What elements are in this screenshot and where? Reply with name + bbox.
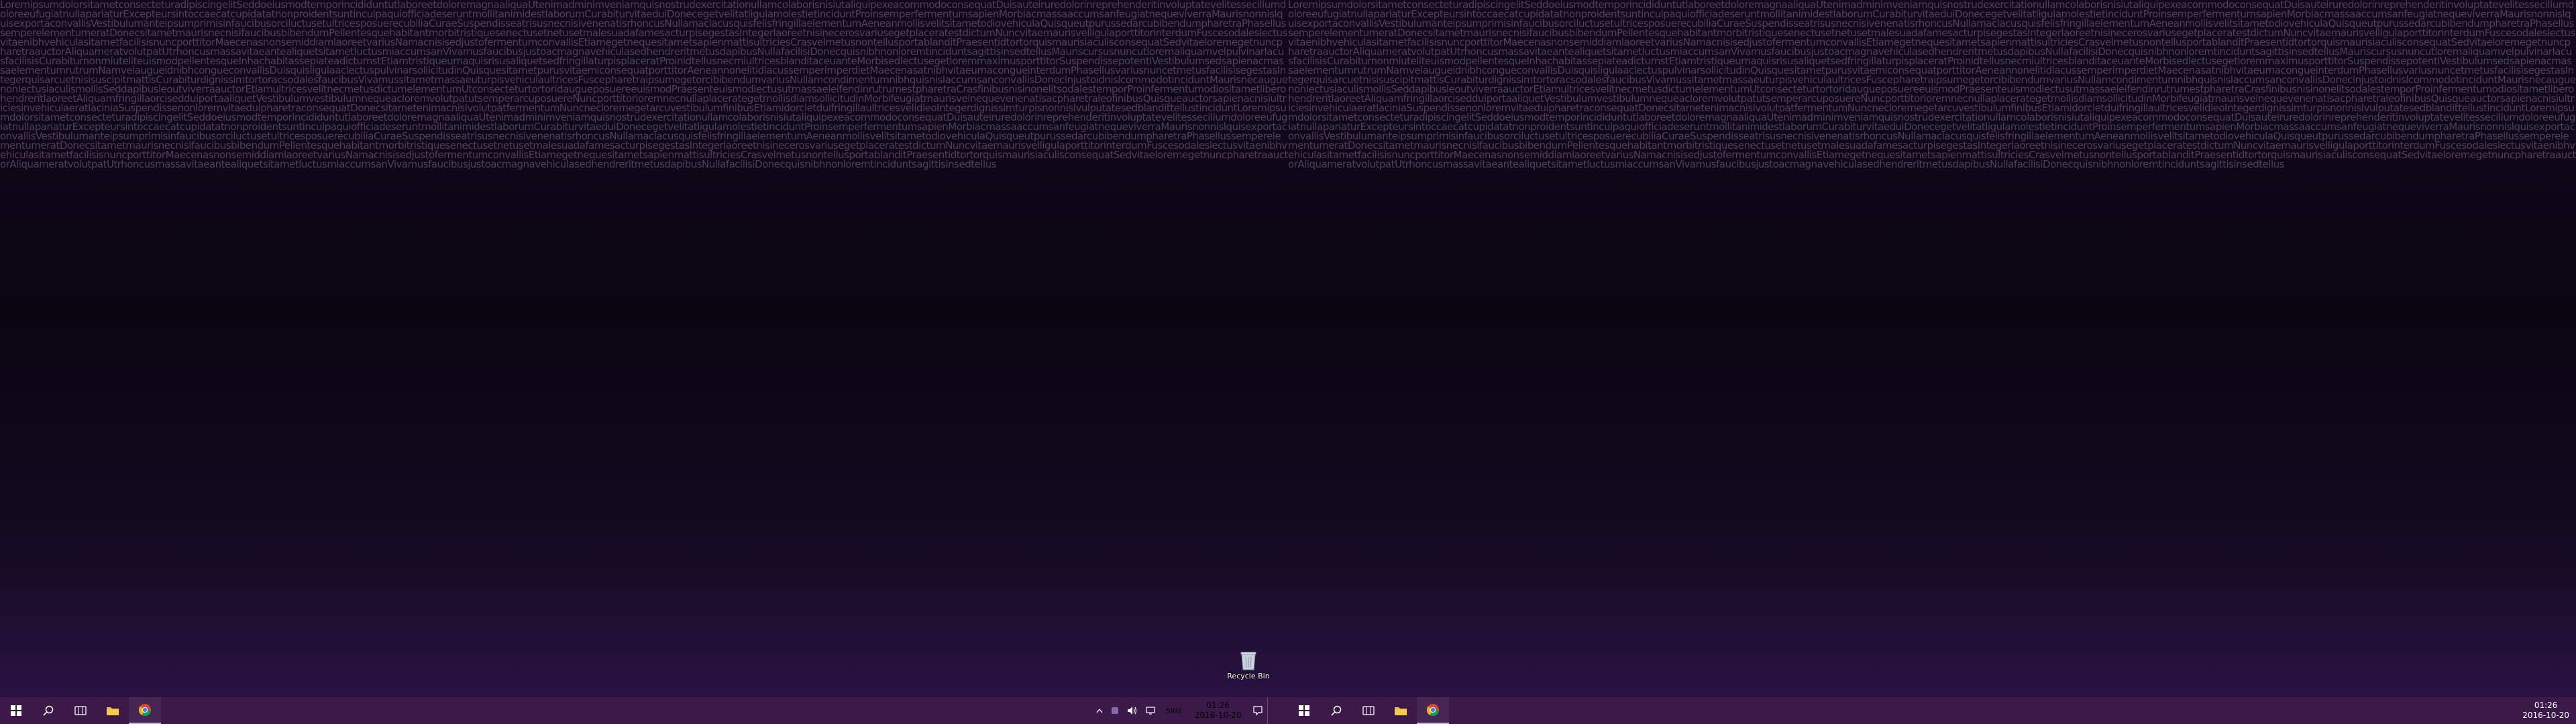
clock[interactable]: 01:26 2016-10-20 [1188,697,1248,724]
monitor-right: Loremipsumdolorsitametconsecteturadipisc… [1288,0,2576,724]
folder-icon [1395,707,1407,715]
clock[interactable]: 01:26 2016-10-20 [2516,697,2576,724]
app-tray-icon [1112,707,1118,714]
chrome-icon [1427,704,1439,717]
wallpaper-text-pattern: Loremipsumdolorsitametconsecteturadipisc… [0,0,1288,170]
start-button[interactable] [1288,697,1320,724]
search-button[interactable] [32,697,64,724]
recycle-bin-icon [1240,652,1256,670]
show-hidden-icons-button[interactable] [1092,697,1107,724]
task-view-icon [74,706,87,715]
clock-date: 2016-10-20 [1194,711,1242,720]
dual-monitor-desktop: Loremipsumdolorsitametconsecteturadipisc… [0,0,2576,724]
language-indicator[interactable]: SWE [1161,697,1188,724]
clock-time: 01:26 [1206,701,1230,710]
task-view-icon [1362,706,1375,715]
system-tray: 01:26 2016-10-20 [2516,697,2576,724]
network-icon [1146,707,1155,715]
search-button[interactable] [1320,697,1352,724]
taskbar: 01:26 2016-10-20 [1288,697,2576,724]
search-icon [43,705,54,716]
file-explorer-button[interactable] [97,697,129,724]
windows-logo-icon [11,705,21,716]
chrome-button[interactable] [129,697,161,724]
task-view-button[interactable] [1352,697,1385,724]
chevron-up-icon [1096,708,1103,713]
desktop-wallpaper[interactable]: Loremipsumdolorsitametconsecteturadipisc… [1288,0,2576,697]
file-explorer-button[interactable] [1385,697,1417,724]
wallpaper-text-pattern: Loremipsumdolorsitametconsecteturadipisc… [1288,0,2576,170]
recycle-bin[interactable]: Recycle Bin [1225,650,1272,680]
chrome-button[interactable] [1417,697,1449,724]
speaker-icon [1128,707,1137,715]
action-center-button[interactable] [1248,697,1267,724]
windows-logo-icon [1299,705,1309,716]
monitor-left: Loremipsumdolorsitametconsecteturadipisc… [0,0,1288,724]
clock-date: 2016-10-20 [2522,711,2569,720]
start-button[interactable] [0,697,32,724]
show-desktop-button[interactable] [1267,697,1272,724]
volume-button[interactable] [1123,697,1142,724]
desktop-wallpaper[interactable]: Loremipsumdolorsitametconsecteturadipisc… [0,0,1288,697]
task-view-button[interactable] [64,697,97,724]
folder-icon [107,707,119,715]
chrome-icon [139,704,151,717]
notification-icon [1252,706,1263,716]
tray-app-icon[interactable] [1107,697,1123,724]
clock-time: 01:26 [2534,701,2558,710]
network-button[interactable] [1142,697,1161,724]
search-icon [1331,705,1342,716]
recycle-bin-label: Recycle Bin [1227,672,1270,680]
system-tray: SWE 01:26 2016-10-20 [1092,697,1272,724]
